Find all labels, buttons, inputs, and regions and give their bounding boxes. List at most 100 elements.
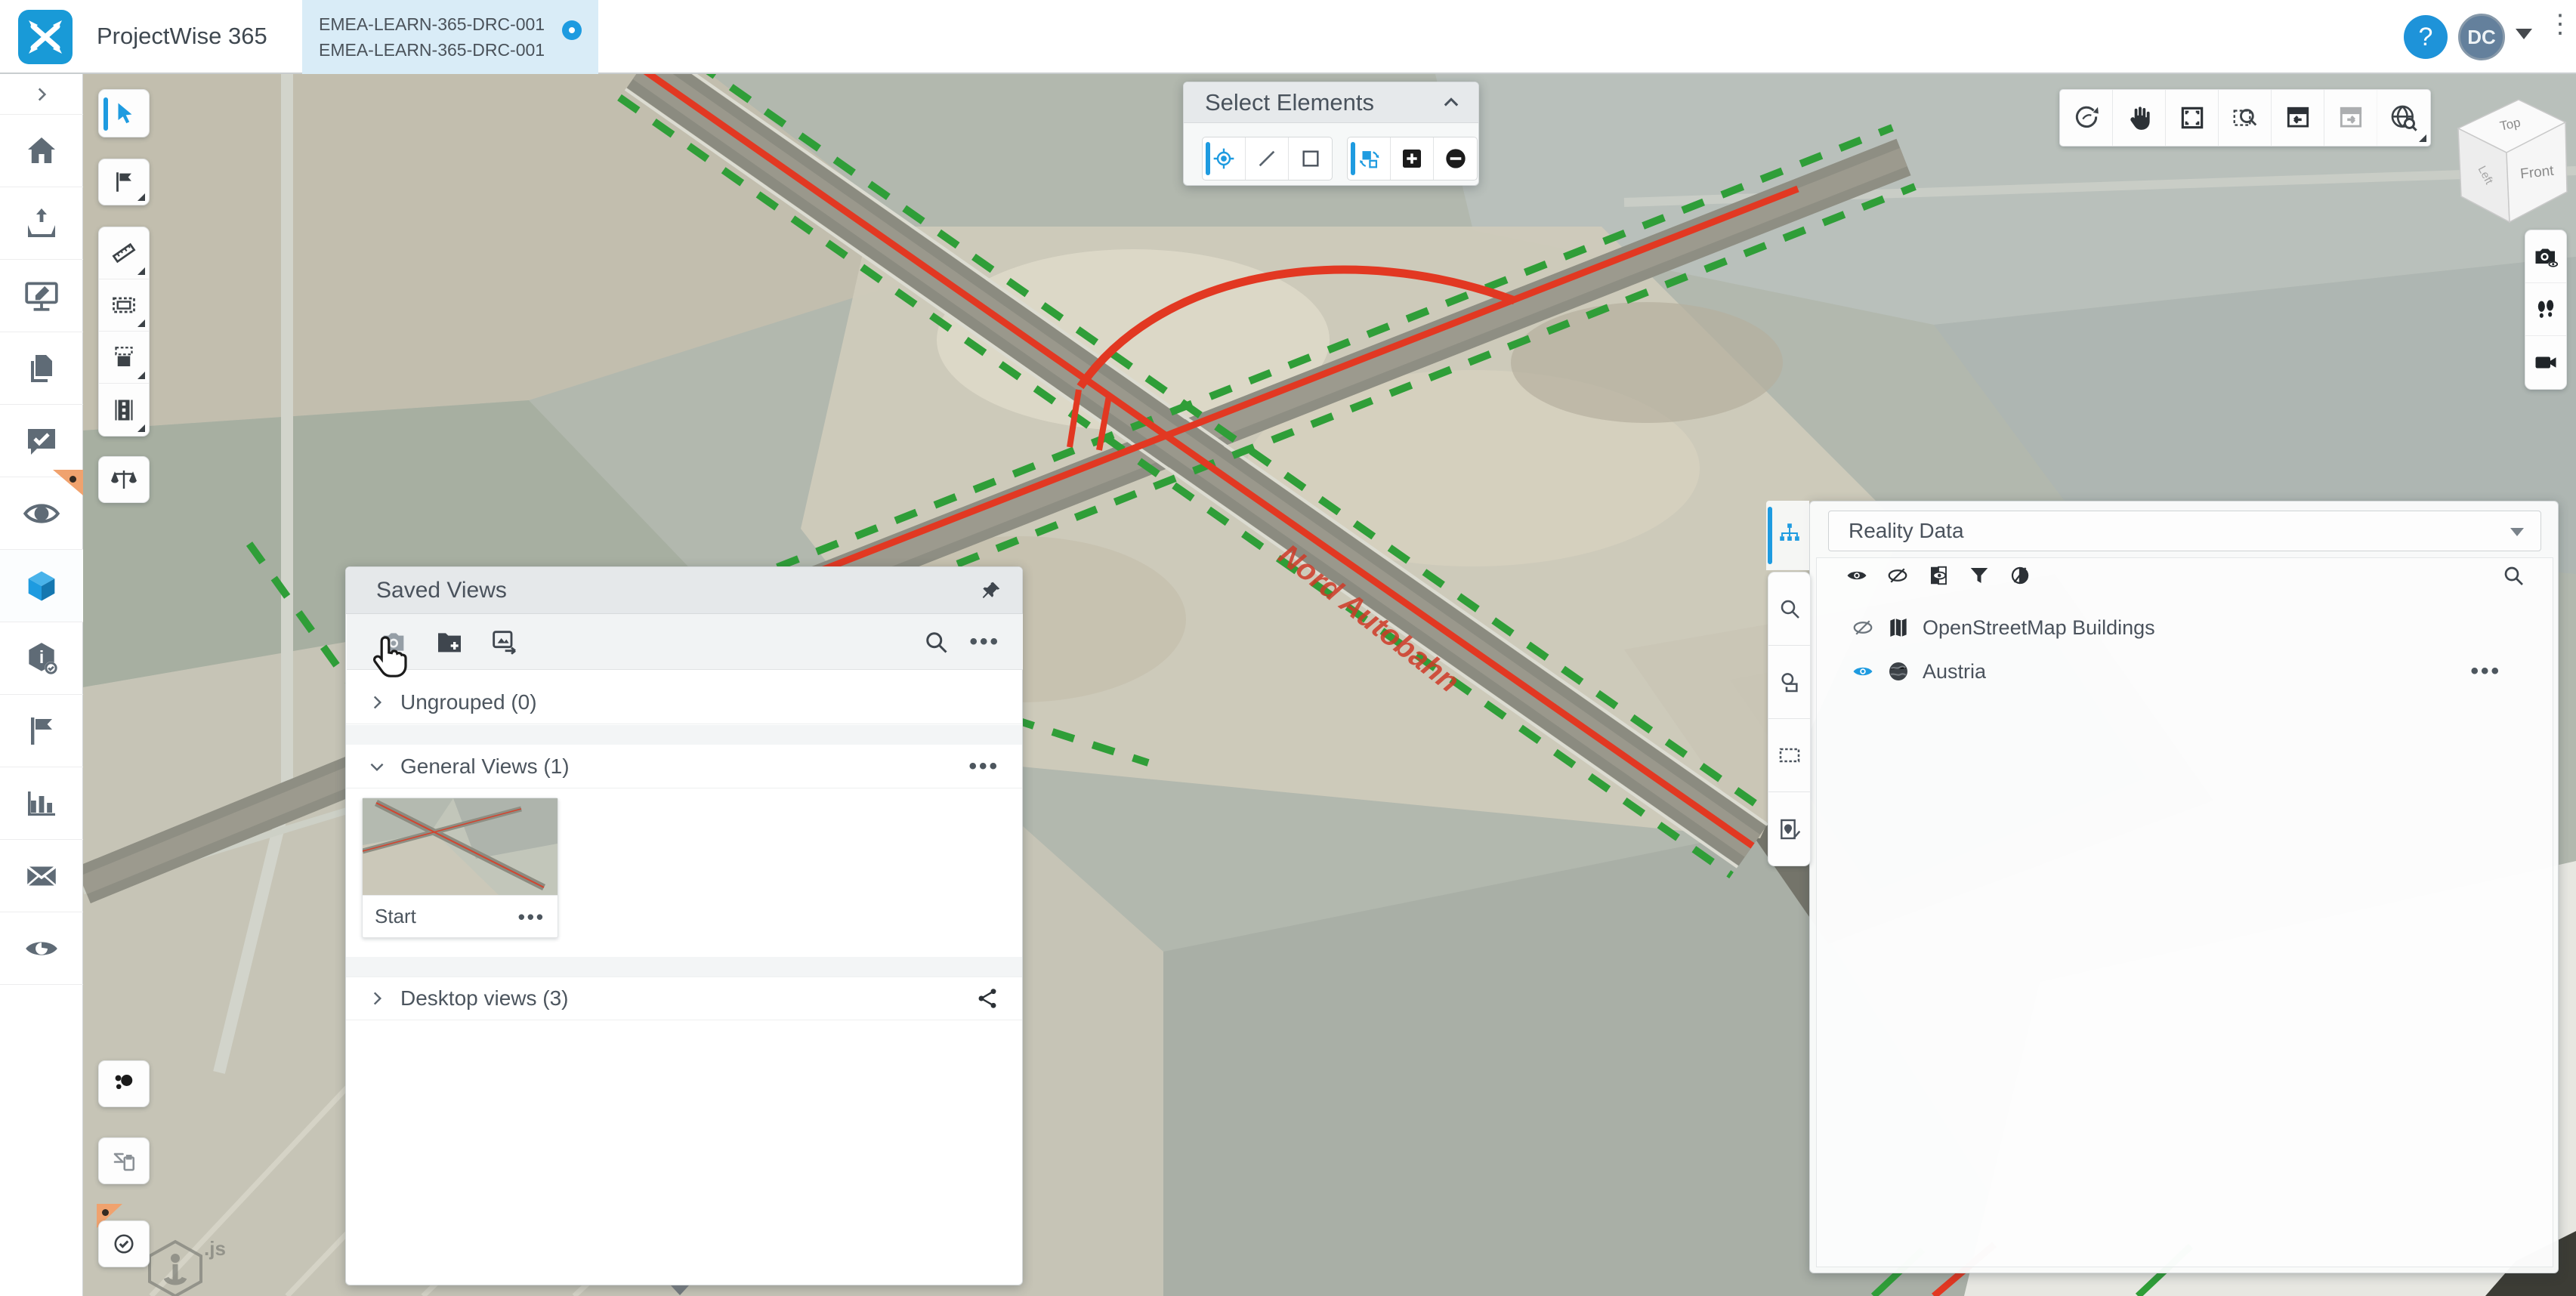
sidebar-item-visibility[interactable] [0, 912, 83, 985]
sidebar-item-documents[interactable] [0, 332, 83, 405]
saved-view-thumbnail[interactable] [363, 798, 558, 895]
clip-volume-tool-button[interactable] [99, 279, 149, 332]
group-label: General Views (1) [400, 754, 570, 779]
zoom-window-button[interactable] [2219, 90, 2272, 146]
measure-tool-button[interactable] [99, 227, 149, 279]
saved-views-title: Saved Views [376, 578, 507, 603]
tab-sync-status-icon [562, 20, 582, 40]
sidebar-item-reviews[interactable] [0, 405, 83, 477]
view-toolbar [2059, 89, 2431, 147]
schedule-clipboard-button[interactable] [98, 1137, 150, 1184]
model-tree-icon [1777, 520, 1802, 546]
visibility-off-icon[interactable] [1852, 616, 1874, 639]
overflow-menu-button[interactable]: ⋮ [2547, 18, 2559, 30]
fit-view-button[interactable] [2166, 90, 2219, 146]
sidebar-item-flags[interactable] [0, 695, 83, 767]
sidebar-item-reports[interactable] [0, 767, 83, 840]
walk-mode-button[interactable] [2525, 283, 2566, 336]
sidebar-item-model[interactable] [0, 550, 83, 622]
help-button[interactable]: ? [2404, 15, 2448, 59]
share-icon[interactable] [975, 986, 999, 1011]
sidebar-item-import[interactable] [0, 187, 83, 260]
panel-resize-pointer[interactable] [671, 1285, 689, 1295]
new-group-folder-button[interactable] [434, 627, 465, 657]
group-row-desktop-views[interactable]: Desktop views (3) [346, 977, 1022, 1020]
strip-shapes-button[interactable] [1768, 646, 1810, 719]
sidebar-item-markup[interactable] [0, 260, 83, 332]
view-cube[interactable]: Top Front Left [2446, 89, 2570, 228]
widget-strip-active-tab[interactable] [1766, 501, 1809, 570]
strip-clip-rect-button[interactable] [1768, 719, 1810, 792]
reality-item-austria[interactable]: Austria ••• [1852, 650, 2531, 693]
chevron-right-icon[interactable] [367, 989, 387, 1008]
select-elements-header[interactable]: Select Elements [1184, 82, 1478, 123]
widget-selector-value: Reality Data [1849, 519, 1964, 543]
invert-display-icon[interactable] [2009, 564, 2031, 587]
strip-map-marker-button[interactable] [1768, 792, 1810, 866]
project-tab[interactable]: EMEA-LEARN-365-DRC-001 EMEA-LEARN-365-DR… [302, 0, 598, 74]
pick-select-button[interactable] [1203, 137, 1246, 180]
section-tool-button[interactable] [99, 332, 149, 384]
sidebar-item-transmittals[interactable] [0, 840, 83, 912]
validate-button[interactable] [98, 1220, 150, 1267]
reality-data-panel: Reality Data OpenStreetMap Buildings Aus… [1809, 501, 2559, 1273]
point-cloud-button[interactable] [98, 1060, 150, 1107]
film-levels-tool-button[interactable] [99, 384, 149, 436]
select-elements-title: Select Elements [1205, 89, 1374, 116]
pin-icon[interactable] [980, 579, 1002, 602]
saved-views-more-button[interactable]: ••• [969, 638, 1000, 646]
reality-item-osm[interactable]: OpenStreetMap Buildings [1852, 606, 2531, 649]
widget-selector[interactable]: Reality Data [1828, 511, 2541, 551]
select-tool-button[interactable] [98, 89, 150, 137]
sidebar-item-issues[interactable] [0, 477, 83, 550]
collapse-chevron-icon[interactable] [1441, 92, 1462, 113]
saved-views-panel: Saved Views ••• Ungrouped (0) General Vi… [345, 566, 1023, 1285]
saved-views-toolbar: ••• [347, 614, 1023, 670]
chevron-down-icon[interactable] [367, 757, 387, 776]
map-locate-button[interactable] [2377, 90, 2430, 146]
buildings-map-icon [1886, 616, 1910, 640]
avatar[interactable]: DC [2458, 14, 2505, 60]
add-to-selection-button[interactable] [1391, 137, 1434, 180]
remove-from-selection-button[interactable] [1434, 137, 1477, 180]
pan-tool-button[interactable] [2113, 90, 2166, 146]
reality-list-container: OpenStreetMap Buildings Austria ••• [1816, 557, 2553, 1267]
photo-view-button[interactable] [2525, 230, 2566, 283]
hide-all-icon[interactable] [1886, 564, 1909, 587]
isolate-icon[interactable] [1927, 564, 1950, 587]
group-row-general-views[interactable]: General Views (1) ••• [346, 745, 1022, 788]
orbit-tool-button[interactable] [2060, 90, 2113, 146]
flag-tool-button[interactable] [98, 159, 150, 205]
visibility-on-icon[interactable] [1852, 660, 1874, 683]
filter-icon[interactable] [1968, 564, 1991, 587]
sidebar-item-info[interactable]: i [0, 622, 83, 695]
camera-animation-button[interactable] [2525, 336, 2566, 389]
view-next-button[interactable] [2324, 90, 2377, 146]
reality-search-icon[interactable] [2501, 563, 2525, 588]
account-caret-icon[interactable] [2516, 29, 2532, 39]
watermark-js-label: .js [204, 1239, 226, 1260]
group-label: Ungrouped (0) [400, 690, 537, 714]
sidebar-expand-button[interactable] [0, 74, 83, 115]
saved-views-header[interactable]: Saved Views [346, 567, 1022, 614]
saved-view-card[interactable]: Start ••• [362, 798, 558, 938]
sidebar-item-home[interactable] [0, 115, 83, 187]
export-view-button[interactable] [489, 627, 519, 657]
view-previous-button[interactable] [2272, 90, 2324, 146]
reality-item-more-button[interactable]: ••• [2470, 668, 2501, 675]
group-row-ungrouped[interactable]: Ungrouped (0) [346, 680, 1022, 724]
compare-tool-button[interactable] [98, 456, 150, 503]
box-select-button[interactable] [1289, 137, 1332, 180]
reality-item-label: Austria [1923, 660, 1986, 683]
line-select-button[interactable] [1246, 137, 1289, 180]
saved-view-more-button[interactable]: ••• [518, 913, 545, 921]
top-bar: ProjectWise 365 EMEA-LEARN-365-DRC-001 E… [0, 0, 2576, 74]
group-more-button[interactable]: ••• [968, 763, 999, 770]
replace-selection-button[interactable] [1348, 137, 1391, 180]
chevron-right-icon[interactable] [367, 693, 387, 712]
project-tab-line2: EMEA-LEARN-365-DRC-001 [319, 37, 598, 63]
strip-search-button[interactable] [1768, 572, 1810, 646]
reality-toolbar [1817, 558, 2553, 593]
saved-views-search-button[interactable] [922, 628, 950, 656]
show-all-icon[interactable] [1846, 564, 1868, 587]
